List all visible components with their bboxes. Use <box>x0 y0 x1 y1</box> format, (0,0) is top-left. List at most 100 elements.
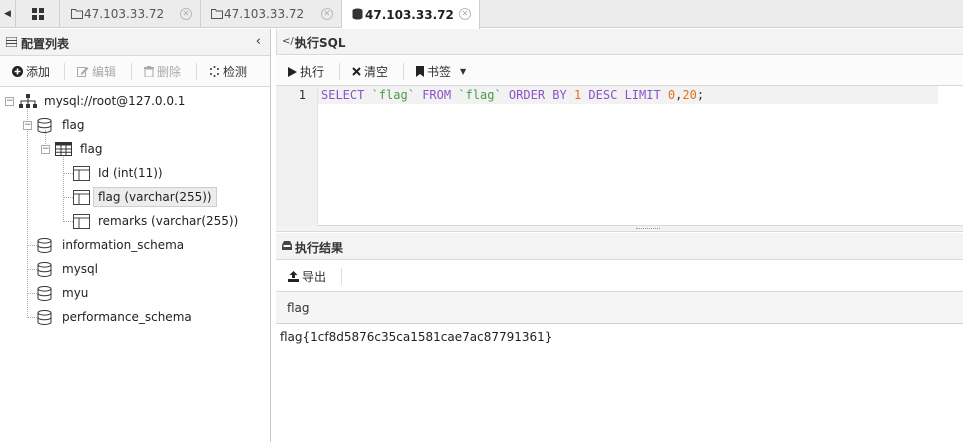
bookmark-label: 书签 <box>427 65 452 79</box>
tab-connection-active[interactable]: 47.103.33.72 ✕ <box>342 0 480 29</box>
sql-keyword: LIMIT <box>624 88 661 102</box>
panel-splitter[interactable] <box>276 226 963 232</box>
connection-label: mysql://root@127.0.0.1 <box>44 94 186 108</box>
tree-column-remarks[interactable]: remarks (varchar(255)) <box>73 211 238 231</box>
close-icon[interactable]: ✕ <box>459 8 471 20</box>
tree-guide <box>27 106 28 318</box>
tab-connection-1[interactable]: 47.103.33.72 ✕ <box>61 0 201 28</box>
tree-guide <box>63 221 73 222</box>
caret-down-icon: ▼ <box>460 67 467 76</box>
check-label: 检测 <box>223 65 248 79</box>
editor-gutter: 1 <box>276 86 318 226</box>
close-icon[interactable]: ✕ <box>180 8 192 20</box>
tree-connection[interactable]: mysql://root@127.0.0.1 <box>19 91 185 111</box>
tab-label: 47.103.33.72 <box>84 7 165 21</box>
result-panel-header: 执行结果 <box>276 233 963 260</box>
run-label: 执行 <box>300 65 325 79</box>
add-button[interactable]: 添加 <box>12 63 50 80</box>
database-label: flag <box>62 118 85 132</box>
sql-number: 1 <box>573 88 582 102</box>
config-list-panel: 配置列表 ‹ 添加 编辑 删除 检测 − mysql://root@127.0.… <box>0 29 271 442</box>
grid-icon <box>31 8 44 20</box>
sql-panel-title: 执行SQL <box>295 36 346 50</box>
database-label: performance_schema <box>62 310 192 324</box>
list-icon <box>6 37 17 47</box>
tab-grid-button[interactable] <box>16 0 60 28</box>
spinner-icon <box>210 66 219 77</box>
check-button[interactable]: 检测 <box>209 63 247 80</box>
table-icon <box>55 142 72 156</box>
collapse-toggle[interactable]: − <box>23 121 32 130</box>
result-column-header[interactable]: flag <box>276 292 963 324</box>
sql-keyword: ORDER BY <box>508 88 567 102</box>
database-label: mysql <box>62 262 98 276</box>
delete-label: 删除 <box>157 65 182 79</box>
delete-button[interactable]: 删除 <box>144 63 181 80</box>
export-label: 导出 <box>302 270 327 284</box>
column-icon <box>73 213 90 229</box>
trash-icon <box>144 66 154 77</box>
collapse-toggle[interactable]: − <box>5 97 14 106</box>
line-number: 1 <box>298 88 306 102</box>
column-label-selected: flag (varchar(255)) <box>93 187 217 207</box>
tree-column-id[interactable]: Id (int(11)) <box>73 163 163 183</box>
tree-database-myu[interactable]: myu <box>37 283 88 303</box>
tree-database-mysql[interactable]: mysql <box>37 259 98 279</box>
database-icon <box>37 237 52 253</box>
close-icon[interactable]: ✕ <box>321 8 333 20</box>
table-row[interactable]: flag{1cf8d5876c35ca1581cae7ac87791361} <box>276 324 963 350</box>
add-label: 添加 <box>26 65 51 79</box>
collapse-toggle[interactable]: − <box>41 145 50 154</box>
clear-button[interactable]: 清空 <box>352 63 388 80</box>
sql-identifier: `flag` <box>458 88 502 102</box>
column-header-label: flag <box>287 301 310 315</box>
config-list-header: 配置列表 ‹ <box>0 29 270 56</box>
collapse-panel-icon[interactable]: ‹ <box>256 34 261 49</box>
toolbar-divider <box>64 63 65 80</box>
column-label: remarks (varchar(255)) <box>98 214 239 228</box>
toolbar-divider <box>341 268 342 285</box>
toolbar-divider <box>339 63 340 80</box>
edit-button[interactable]: 编辑 <box>77 63 116 80</box>
tree-database-information-schema[interactable]: information_schema <box>37 235 184 255</box>
toolbar-divider <box>196 63 197 80</box>
tree-guide <box>27 269 37 270</box>
sql-panel-header: </> 执行SQL <box>276 29 963 55</box>
bookmark-button[interactable]: 书签 ▼ <box>416 63 466 80</box>
sql-code: SELECT `flag` FROM `flag` ORDER BY 1 DES… <box>321 88 704 102</box>
inbox-icon <box>282 241 292 250</box>
sql-keyword: DESC <box>588 88 618 102</box>
config-list-title: 配置列表 <box>21 37 70 51</box>
run-button[interactable]: 执行 <box>288 63 324 80</box>
column-icon <box>73 165 90 181</box>
sitemap-icon <box>19 94 37 108</box>
edit-icon <box>77 67 89 77</box>
plus-circle-icon <box>12 66 23 77</box>
result-panel-title: 执行结果 <box>295 241 344 255</box>
clear-label: 清空 <box>364 65 389 79</box>
database-label: information_schema <box>62 238 185 252</box>
tree-guide <box>27 293 37 294</box>
tree-guide <box>63 173 73 174</box>
splitter-grip <box>636 228 660 229</box>
sql-number: 20 <box>682 88 697 102</box>
folder-icon <box>211 9 223 19</box>
tree-guide <box>63 155 64 222</box>
folder-icon <box>71 9 83 19</box>
tab-label: 47.103.33.72 <box>365 7 454 22</box>
column-label: Id (int(11)) <box>98 166 163 180</box>
tab-connection-2[interactable]: 47.103.33.72 ✕ <box>201 0 342 28</box>
tree-column-flag[interactable]: flag (varchar(255)) <box>73 187 217 207</box>
result-toolbar: 导出 <box>276 260 963 292</box>
tree-database-flag[interactable]: flag <box>37 115 85 135</box>
tab-scroll-left-button[interactable]: ◀ <box>0 0 16 28</box>
export-button[interactable]: 导出 <box>288 268 326 285</box>
sql-punctuation: ; <box>696 88 705 102</box>
database-icon <box>352 8 363 20</box>
tree-database-performance-schema[interactable]: performance_schema <box>37 307 192 327</box>
sql-editor[interactable]: 1 SELECT `flag` FROM `flag` ORDER BY 1 D… <box>276 86 963 226</box>
tree-guide <box>63 197 73 198</box>
tab-label: 47.103.33.72 <box>224 7 305 21</box>
tree-table-flag[interactable]: flag <box>55 139 103 159</box>
database-icon <box>37 261 52 277</box>
